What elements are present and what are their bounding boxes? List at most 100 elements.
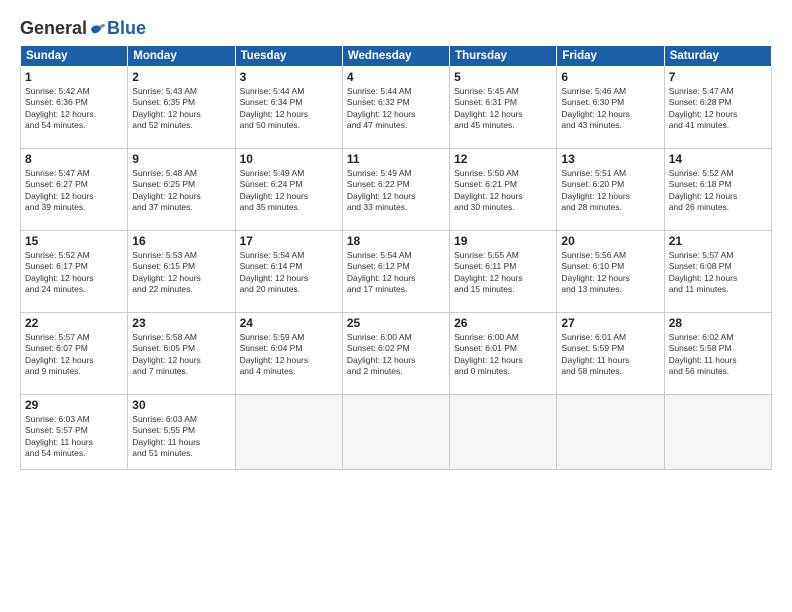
empty-cell <box>235 395 342 470</box>
header: General Blue <box>20 18 772 39</box>
day-number: 12 <box>454 152 552 166</box>
empty-cell <box>342 395 449 470</box>
day-cell-19: 19 Sunrise: 5:55 AMSunset: 6:11 PMDayligh… <box>450 231 557 313</box>
day-number: 26 <box>454 316 552 330</box>
day-number: 27 <box>561 316 659 330</box>
day-cell-5: 5 Sunrise: 5:45 AMSunset: 6:31 PMDaylight… <box>450 67 557 149</box>
logo-bird-icon <box>89 20 107 38</box>
day-info: Sunrise: 5:47 AMSunset: 6:28 PMDaylight:… <box>669 86 767 132</box>
day-cell-28: 28 Sunrise: 6:02 AMSunset: 5:58 PMDayligh… <box>664 313 771 395</box>
day-number: 22 <box>25 316 123 330</box>
day-cell-7: 7 Sunrise: 5:47 AMSunset: 6:28 PMDaylight… <box>664 67 771 149</box>
calendar: SundayMondayTuesdayWednesdayThursdayFrid… <box>20 45 772 470</box>
day-info: Sunrise: 5:51 AMSunset: 6:20 PMDaylight:… <box>561 168 659 214</box>
day-cell-22: 22Sunrise: 5:57 AMSunset: 6:07 PMDayligh… <box>21 313 128 395</box>
day-number: 19 <box>454 234 552 248</box>
day-number: 7 <box>669 70 767 84</box>
day-info: Sunrise: 5:48 AMSunset: 6:25 PMDaylight:… <box>132 168 230 214</box>
day-number: 28 <box>669 316 767 330</box>
empty-cell <box>450 395 557 470</box>
day-cell-11: 11Sunrise: 5:49 AMSunset: 6:22 PMDayligh… <box>342 149 449 231</box>
day-info: Sunrise: 5:44 AMSunset: 6:32 PMDaylight:… <box>347 86 445 132</box>
day-number: 5 <box>454 70 552 84</box>
day-number: 14 <box>669 152 767 166</box>
day-info: Sunrise: 5:42 AMSunset: 6:36 PMDaylight:… <box>25 86 123 132</box>
day-header-sunday: Sunday <box>21 46 128 67</box>
day-cell-16: 16 Sunrise: 5:53 AMSunset: 6:15 PMDayligh… <box>128 231 235 313</box>
day-number: 25 <box>347 316 445 330</box>
day-number: 23 <box>132 316 230 330</box>
day-number: 9 <box>132 152 230 166</box>
day-cell-18: 18Sunrise: 5:54 AMSunset: 6:12 PMDayligh… <box>342 231 449 313</box>
day-cell-23: 23 Sunrise: 5:58 AMSunset: 6:05 PMDayligh… <box>128 313 235 395</box>
day-header-saturday: Saturday <box>664 46 771 67</box>
calendar-header-row: SundayMondayTuesdayWednesdayThursdayFrid… <box>21 46 772 67</box>
page: General Blue SundayMondayTuesdayWednesda… <box>0 0 792 612</box>
day-info: Sunrise: 5:57 AMSunset: 6:08 PMDaylight:… <box>669 250 767 296</box>
day-info: Sunrise: 6:03 AMSunset: 5:55 PMDaylight:… <box>132 414 230 460</box>
day-cell-6: 6 Sunrise: 5:46 AMSunset: 6:30 PMDaylight… <box>557 67 664 149</box>
day-info: Sunrise: 5:53 AMSunset: 6:15 PMDaylight:… <box>132 250 230 296</box>
day-cell-12: 12 Sunrise: 5:50 AMSunset: 6:21 PMDayligh… <box>450 149 557 231</box>
day-info: Sunrise: 5:45 AMSunset: 6:31 PMDaylight:… <box>454 86 552 132</box>
empty-cell <box>664 395 771 470</box>
day-info: Sunrise: 6:03 AMSunset: 5:57 PMDaylight:… <box>25 414 123 460</box>
day-cell-24: 24 Sunrise: 5:59 AMSunset: 6:04 PMDayligh… <box>235 313 342 395</box>
day-info: Sunrise: 5:47 AMSunset: 6:27 PMDaylight:… <box>25 168 123 214</box>
day-number: 4 <box>347 70 445 84</box>
day-cell-4: 4 Sunrise: 5:44 AMSunset: 6:32 PMDaylight… <box>342 67 449 149</box>
day-info: Sunrise: 5:49 AMSunset: 6:24 PMDaylight:… <box>240 168 338 214</box>
week-row-3: 15Sunrise: 5:52 AMSunset: 6:17 PMDayligh… <box>21 231 772 313</box>
day-cell-27: 27 Sunrise: 6:01 AMSunset: 5:59 PMDayligh… <box>557 313 664 395</box>
day-number: 24 <box>240 316 338 330</box>
day-number: 15 <box>25 234 123 248</box>
day-info: Sunrise: 5:43 AMSunset: 6:35 PMDaylight:… <box>132 86 230 132</box>
logo-text: General Blue <box>20 18 146 39</box>
day-info: Sunrise: 5:56 AMSunset: 6:10 PMDaylight:… <box>561 250 659 296</box>
day-info: Sunrise: 5:50 AMSunset: 6:21 PMDaylight:… <box>454 168 552 214</box>
day-cell-10: 10Sunrise: 5:49 AMSunset: 6:24 PMDayligh… <box>235 149 342 231</box>
day-info: Sunrise: 5:44 AMSunset: 6:34 PMDaylight:… <box>240 86 338 132</box>
day-cell-15: 15Sunrise: 5:52 AMSunset: 6:17 PMDayligh… <box>21 231 128 313</box>
day-cell-30: 30Sunrise: 6:03 AMSunset: 5:55 PMDayligh… <box>128 395 235 470</box>
day-number: 20 <box>561 234 659 248</box>
day-number: 3 <box>240 70 338 84</box>
day-number: 11 <box>347 152 445 166</box>
logo-general: General <box>20 18 87 39</box>
week-row-2: 8 Sunrise: 5:47 AMSunset: 6:27 PMDaylight… <box>21 149 772 231</box>
day-header-friday: Friday <box>557 46 664 67</box>
day-cell-29: 29 Sunrise: 6:03 AMSunset: 5:57 PMDayligh… <box>21 395 128 470</box>
day-header-wednesday: Wednesday <box>342 46 449 67</box>
day-info: Sunrise: 6:02 AMSunset: 5:58 PMDaylight:… <box>669 332 767 378</box>
day-info: Sunrise: 5:46 AMSunset: 6:30 PMDaylight:… <box>561 86 659 132</box>
day-cell-13: 13 Sunrise: 5:51 AMSunset: 6:20 PMDayligh… <box>557 149 664 231</box>
day-number: 1 <box>25 70 123 84</box>
day-info: Sunrise: 5:58 AMSunset: 6:05 PMDaylight:… <box>132 332 230 378</box>
day-cell-17: 17 Sunrise: 5:54 AMSunset: 6:14 PMDayligh… <box>235 231 342 313</box>
day-header-monday: Monday <box>128 46 235 67</box>
day-info: Sunrise: 6:01 AMSunset: 5:59 PMDaylight:… <box>561 332 659 378</box>
logo-blue: Blue <box>107 18 146 39</box>
day-info: Sunrise: 5:59 AMSunset: 6:04 PMDaylight:… <box>240 332 338 378</box>
day-number: 17 <box>240 234 338 248</box>
day-cell-20: 20 Sunrise: 5:56 AMSunset: 6:10 PMDayligh… <box>557 231 664 313</box>
day-cell-3: 3 Sunrise: 5:44 AMSunset: 6:34 PMDaylight… <box>235 67 342 149</box>
day-header-thursday: Thursday <box>450 46 557 67</box>
day-cell-14: 14Sunrise: 5:52 AMSunset: 6:18 PMDayligh… <box>664 149 771 231</box>
day-number: 13 <box>561 152 659 166</box>
day-info: Sunrise: 5:54 AMSunset: 6:14 PMDaylight:… <box>240 250 338 296</box>
day-number: 6 <box>561 70 659 84</box>
day-number: 29 <box>25 398 123 412</box>
day-number: 16 <box>132 234 230 248</box>
day-number: 8 <box>25 152 123 166</box>
day-header-tuesday: Tuesday <box>235 46 342 67</box>
day-number: 18 <box>347 234 445 248</box>
week-row-5: 29 Sunrise: 6:03 AMSunset: 5:57 PMDayligh… <box>21 395 772 470</box>
day-number: 21 <box>669 234 767 248</box>
day-cell-2: 2 Sunrise: 5:43 AMSunset: 6:35 PMDaylight… <box>128 67 235 149</box>
day-cell-8: 8 Sunrise: 5:47 AMSunset: 6:27 PMDaylight… <box>21 149 128 231</box>
day-info: Sunrise: 5:55 AMSunset: 6:11 PMDaylight:… <box>454 250 552 296</box>
day-info: Sunrise: 6:00 AMSunset: 6:01 PMDaylight:… <box>454 332 552 378</box>
day-cell-26: 26 Sunrise: 6:00 AMSunset: 6:01 PMDayligh… <box>450 313 557 395</box>
day-number: 2 <box>132 70 230 84</box>
